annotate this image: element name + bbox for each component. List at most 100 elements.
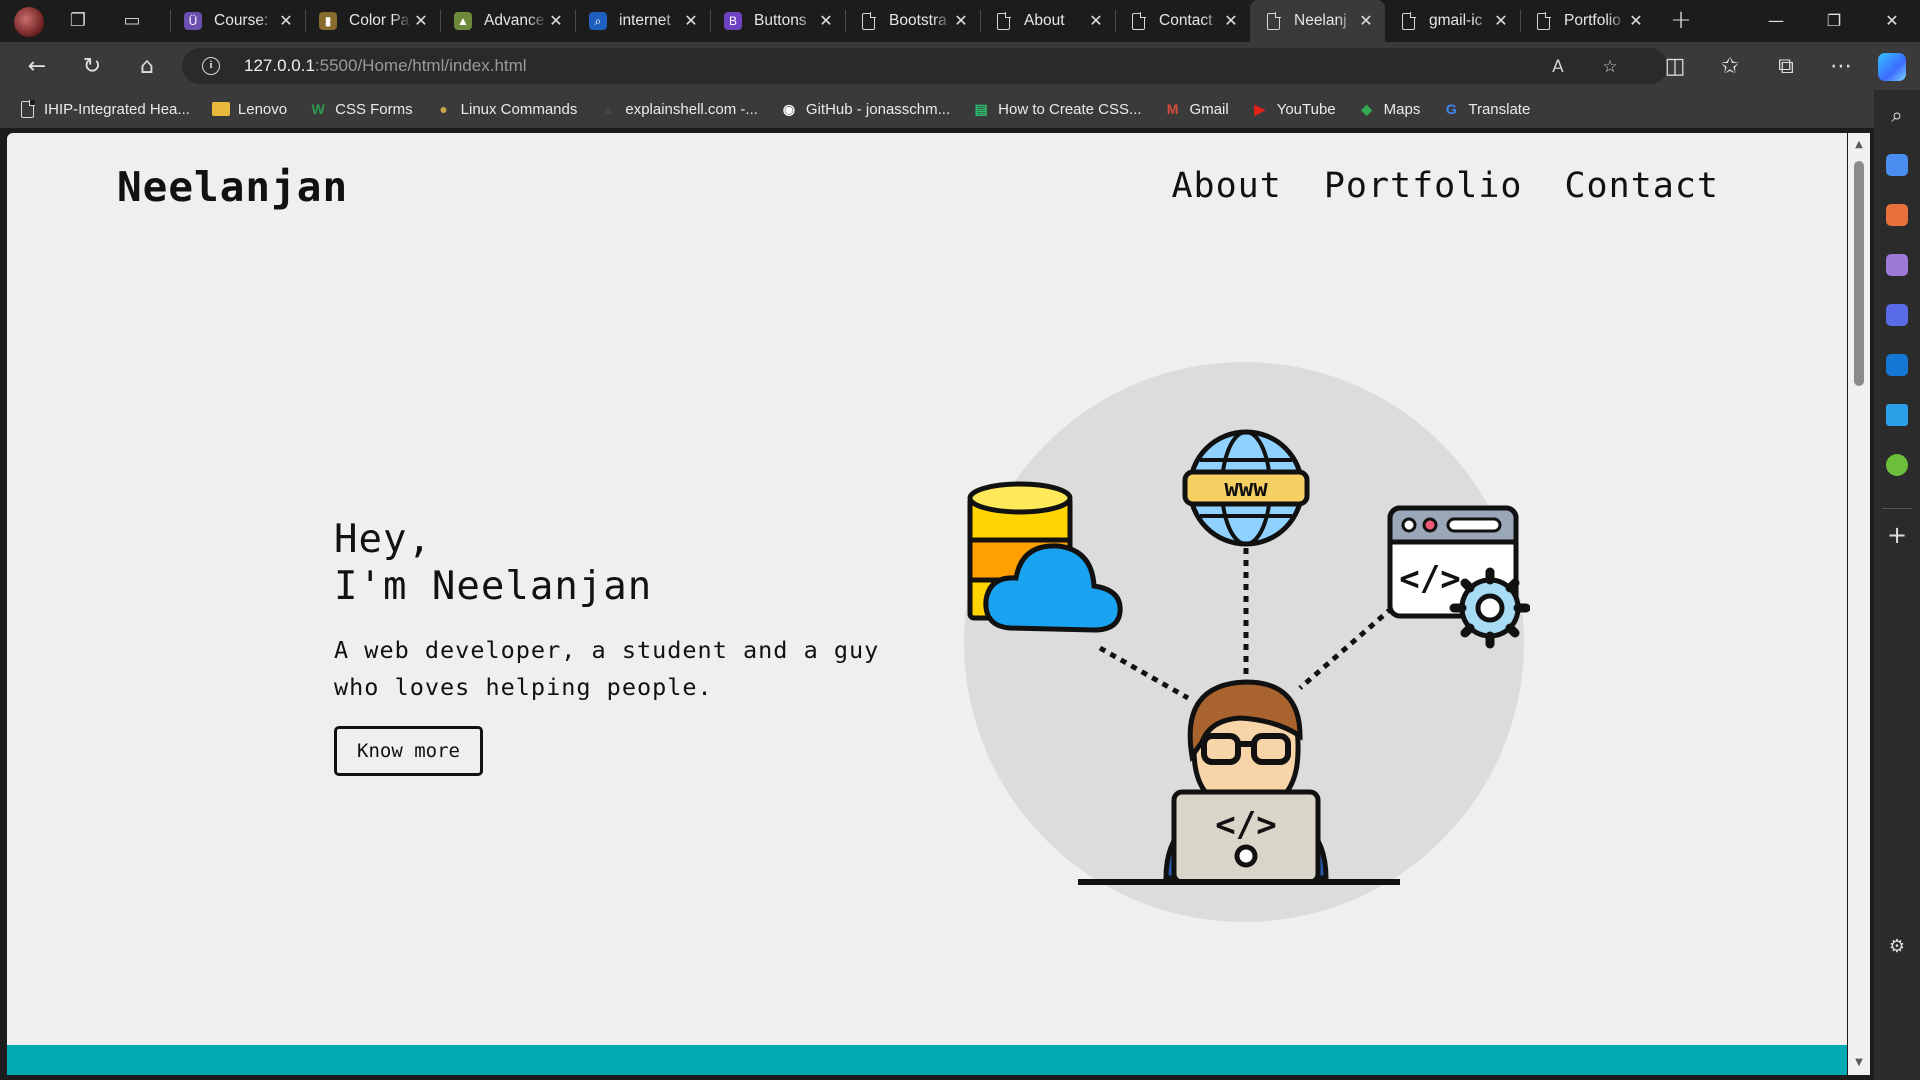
bookmark-label: Translate: [1468, 100, 1531, 118]
bookmark-item[interactable]: ▤ How to Create CSS...: [972, 100, 1142, 118]
tab-close-icon[interactable]: ✕: [412, 11, 430, 31]
sidebar-shopping-icon[interactable]: [1886, 154, 1908, 176]
hero-text: Hey, I'm Neelanjan A web developer, a st…: [334, 516, 894, 776]
bookmark-item[interactable]: ● Linux Commands: [435, 100, 577, 118]
bookmark-label: YouTube: [1276, 100, 1336, 118]
workspaces-icon[interactable]: ❐: [66, 9, 90, 33]
bookmark-item[interactable]: ◆ Maps: [1358, 100, 1421, 118]
browser-tab[interactable]: gmail-ic ✕: [1385, 0, 1520, 42]
browser-tab[interactable]: About ✕: [980, 0, 1115, 42]
hero-description: A web developer, a student and a guy who…: [334, 636, 880, 701]
profile-avatar[interactable]: [14, 7, 44, 37]
bookmark-label: CSS Forms: [335, 100, 413, 118]
tab-title: About: [1024, 12, 1065, 29]
browser-tab[interactable]: ▮ Color Pa ✕: [305, 0, 440, 42]
bookmark-item[interactable]: M Gmail: [1164, 100, 1229, 118]
read-aloud-icon[interactable]: A: [1546, 55, 1570, 79]
tab-title: Advance: [484, 12, 545, 29]
bookmark-favicon-icon: ▶: [1254, 100, 1266, 117]
nav-link-portfolio[interactable]: Portfolio: [1324, 166, 1523, 206]
bookmark-item[interactable]: ◉ GitHub - jonasschm...: [780, 100, 950, 118]
tab-close-icon[interactable]: ✕: [547, 11, 565, 31]
collections-icon[interactable]: ⧉: [1771, 52, 1801, 82]
page-icon: [1129, 11, 1147, 30]
browser-tab[interactable]: ▲ Advance ✕: [440, 0, 575, 42]
site-info-icon[interactable]: i: [202, 57, 220, 75]
tab-close-icon[interactable]: ✕: [1222, 11, 1240, 31]
scroll-thumb[interactable]: [1854, 161, 1864, 386]
bookmark-item[interactable]: G Translate: [1442, 100, 1530, 118]
bookmark-label: How to Create CSS...: [998, 100, 1142, 118]
browser-tab[interactable]: ⌕ internet ✕: [575, 0, 710, 42]
greeting-line-1: Hey,: [334, 517, 432, 562]
tab-close-icon[interactable]: ✕: [1357, 11, 1375, 31]
bookmark-favicon-icon: ◉: [782, 100, 796, 117]
browser-tab[interactable]: Contact ✕: [1115, 0, 1250, 42]
nav-link-contact[interactable]: Contact: [1564, 166, 1719, 206]
tab-close-icon[interactable]: ✕: [1627, 11, 1645, 31]
sidebar-tree-icon[interactable]: [1886, 454, 1908, 476]
scroll-down-arrow-icon[interactable]: ▼: [1853, 1057, 1865, 1069]
browser-tab[interactable]: Neelanj ✕: [1250, 0, 1385, 42]
tab-close-icon[interactable]: ✕: [682, 11, 700, 31]
sidebar-settings-icon[interactable]: ⚙: [1886, 936, 1908, 958]
more-menu-icon[interactable]: ⋯: [1826, 52, 1856, 82]
split-screen-icon[interactable]: ◫: [1660, 52, 1690, 82]
scroll-up-arrow-icon[interactable]: ▲: [1853, 139, 1865, 151]
browser-tab[interactable]: Portfolio ✕: [1520, 0, 1655, 42]
bookmark-label: GitHub - jonasschm...: [805, 100, 951, 118]
page-icon: [18, 99, 36, 118]
url-host: 127.0.0.1: [244, 56, 315, 75]
sidebar-outlook-icon[interactable]: [1886, 354, 1908, 376]
tab-close-icon[interactable]: ✕: [817, 11, 835, 31]
site-logo[interactable]: Neelanjan: [117, 163, 348, 211]
tab-close-icon[interactable]: ✕: [1087, 11, 1105, 31]
tab-title: Portfolio: [1564, 12, 1621, 29]
browser-tab[interactable]: Ü Course: ✕: [170, 0, 305, 42]
nav-link-about[interactable]: About: [1171, 166, 1281, 206]
sidebar-send-icon[interactable]: [1886, 404, 1908, 426]
navigation-bar: ← ↻ ⌂ i 127.0.0.1:5500/Home/html/index.h…: [0, 42, 1920, 90]
know-more-button[interactable]: Know more: [334, 726, 483, 776]
page-scrollbar[interactable]: ▲ ▼: [1848, 133, 1870, 1075]
address-bar[interactable]: i 127.0.0.1:5500/Home/html/index.html A …: [182, 48, 1668, 84]
sidebar-tools-icon[interactable]: [1886, 204, 1908, 226]
sidebar-games-icon[interactable]: [1886, 254, 1908, 276]
tab-title: Bootstra: [889, 12, 947, 29]
folder-icon: [211, 102, 230, 116]
bookmark-item[interactable]: ▶ YouTube: [1251, 100, 1336, 118]
tab-close-icon[interactable]: ✕: [952, 11, 970, 31]
favorite-star-icon[interactable]: ☆: [1598, 55, 1622, 79]
browser-tab[interactable]: Bootstra ✕: [845, 0, 980, 42]
page-icon: [859, 11, 877, 30]
bookmark-item[interactable]: Lenovo: [211, 100, 288, 118]
tab-close-icon[interactable]: ✕: [1492, 11, 1510, 31]
new-tab-button[interactable]: +: [1666, 6, 1696, 36]
developer-illustration: www </> </>: [964, 362, 1530, 922]
browser-tab[interactable]: B Buttons ✕: [710, 0, 845, 42]
bookmark-favicon-icon: ▤: [974, 100, 988, 117]
url-text[interactable]: 127.0.0.1:5500/Home/html/index.html: [244, 56, 527, 76]
close-window-button[interactable]: ✕: [1872, 8, 1912, 34]
bookmark-label: Lenovo: [237, 100, 288, 118]
bookmark-item[interactable]: W CSS Forms: [309, 100, 413, 118]
restore-button[interactable]: ❐: [1814, 8, 1854, 34]
svg-text:</>: </>: [1215, 805, 1276, 845]
minimize-button[interactable]: —: [1756, 8, 1796, 34]
bookmark-label: Gmail: [1189, 100, 1229, 118]
tab-actions-icon[interactable]: ▭: [120, 9, 144, 33]
home-icon[interactable]: ⌂: [132, 52, 162, 82]
bookmark-item[interactable]: IHIP-Integrated Hea...: [18, 99, 190, 118]
bookmark-item[interactable]: ▲ explainshell.com -...: [599, 100, 758, 118]
back-icon[interactable]: ←: [22, 52, 52, 82]
refresh-icon[interactable]: ↻: [77, 52, 107, 82]
favorites-icon[interactable]: ✩: [1715, 52, 1745, 82]
copilot-icon[interactable]: [1878, 53, 1906, 81]
bookmark-favicon-icon: ◆: [1361, 100, 1373, 117]
sidebar-copilot-icon[interactable]: [1886, 304, 1908, 326]
site-favicon-icon: ⌕: [589, 12, 607, 30]
bookmark-label: Maps: [1383, 100, 1421, 118]
tab-close-icon[interactable]: ✕: [277, 11, 295, 31]
sidebar-add-icon[interactable]: +: [1886, 523, 1908, 547]
sidebar-search-icon[interactable]: ⌕: [1886, 104, 1908, 126]
